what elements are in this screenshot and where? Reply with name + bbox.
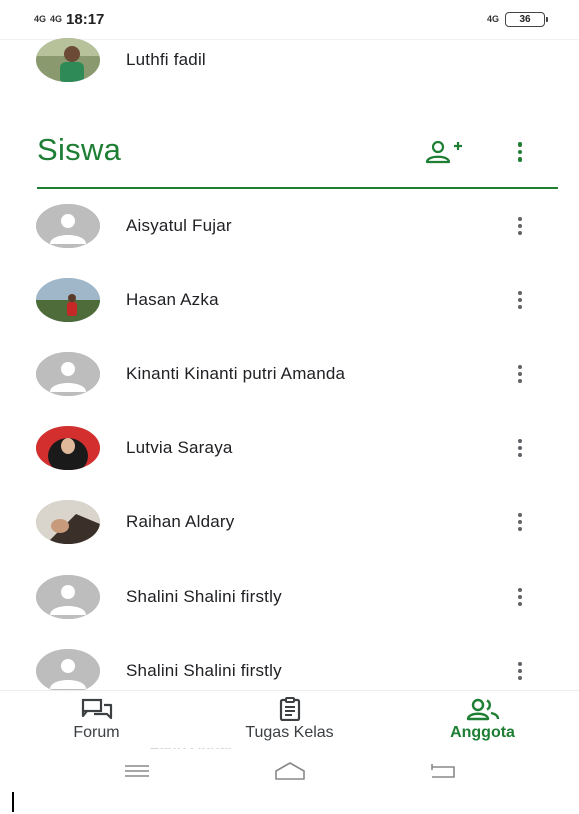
default-avatar-icon <box>36 575 100 619</box>
more-dot <box>518 379 522 383</box>
student-row[interactable]: Shalini Shalini firstly <box>0 567 579 627</box>
status-right: 4G 36 <box>487 12 548 27</box>
teacher-row[interactable]: Luthfi fadil <box>0 30 579 90</box>
forum-icon <box>81 698 112 720</box>
battery-icon: 36 <box>505 12 548 27</box>
tab-anggota[interactable]: Anggota <box>386 691 579 748</box>
student-avatar <box>36 500 100 544</box>
student-name: Kinanti Kinanti putri Amanda <box>126 364 346 383</box>
more-dot <box>517 142 523 147</box>
back-system-button[interactable] <box>423 759 463 783</box>
tab-tugas-kelas[interactable]: Tugas Kelas <box>193 691 386 748</box>
student-row[interactable]: Raihan Aldary <box>0 492 579 552</box>
section-divider <box>37 187 558 189</box>
student-name: Shalini Shalini firstly <box>126 661 282 680</box>
teacher-photo-icon <box>36 38 100 82</box>
student-more-button[interactable] <box>510 285 530 315</box>
more-dot <box>518 231 522 235</box>
student-name: Shalini Shalini firstly <box>126 587 282 606</box>
student-name: Raihan Aldary <box>126 512 235 531</box>
more-dot <box>518 595 522 599</box>
bottom-navigation: Forum Tugas Kelas Anggota <box>0 690 579 748</box>
status-time: 18:17 <box>66 11 105 28</box>
student-avatar <box>36 575 100 619</box>
tab-forum[interactable]: Forum <box>0 691 193 748</box>
photo-red-hijab-icon <box>36 426 100 470</box>
student-avatar <box>36 204 100 248</box>
network-icon-3: 4G <box>487 15 499 24</box>
more-dot <box>518 520 522 524</box>
student-avatar <box>36 426 100 470</box>
network-type-2: 4G <box>50 14 63 24</box>
status-left: 4G 4G 18:17 <box>34 11 104 28</box>
network-type-3: 4G <box>486 14 499 24</box>
home-icon <box>274 762 305 780</box>
menu-system-button[interactable] <box>117 759 157 783</box>
student-more-button[interactable] <box>510 582 530 612</box>
more-dot <box>518 217 522 221</box>
photo-outdoor-icon <box>36 278 100 322</box>
student-avatar <box>36 352 100 396</box>
student-name: Lutvia Saraya <box>126 438 233 457</box>
more-dot <box>518 453 522 457</box>
menu-icon <box>124 765 149 777</box>
more-dot <box>518 513 522 517</box>
text-cursor <box>12 792 14 812</box>
student-more-button[interactable] <box>510 507 530 537</box>
more-dot <box>518 588 522 592</box>
more-dot <box>518 365 522 369</box>
tab-forum-label: Forum <box>73 724 120 741</box>
network-type-1: 4G <box>34 14 47 24</box>
more-dot <box>518 669 522 673</box>
more-dot <box>518 446 522 450</box>
signal-icon-2: 4G <box>50 15 62 24</box>
add-student-button[interactable] <box>424 138 464 166</box>
teacher-avatar <box>36 38 100 82</box>
more-dot <box>518 298 522 302</box>
more-dot <box>518 676 522 680</box>
student-name: Aisyatul Fujar <box>126 216 232 235</box>
default-avatar-icon <box>36 352 100 396</box>
back-icon <box>430 764 455 778</box>
more-dot <box>518 291 522 295</box>
home-system-button[interactable] <box>270 759 310 783</box>
signal-icon-1: 4G <box>34 15 46 24</box>
tab-tugas-kelas-label: Tugas Kelas <box>245 724 334 741</box>
more-dot <box>518 662 522 666</box>
student-avatar <box>36 278 100 322</box>
system-navigation-bar <box>0 752 579 790</box>
battery-level: 36 <box>519 14 531 25</box>
more-dot <box>518 305 522 309</box>
more-dot <box>517 149 523 155</box>
tab-anggota-label: Anggota <box>450 724 515 741</box>
student-row[interactable]: Hasan Azka <box>0 270 579 330</box>
photo-selfie-icon <box>36 500 100 544</box>
person-add-icon <box>425 140 462 164</box>
student-name: Hasan Azka <box>126 290 219 309</box>
student-more-button[interactable] <box>510 656 530 686</box>
people-icon <box>466 698 499 721</box>
classwork-icon <box>279 697 300 721</box>
more-dot <box>518 527 522 531</box>
student-row[interactable]: Aisyatul Fujar <box>0 196 579 256</box>
more-dot <box>518 224 522 228</box>
section-title: Siswa <box>37 132 122 167</box>
student-more-button[interactable] <box>510 211 530 241</box>
more-dot <box>518 439 522 443</box>
student-avatar <box>36 649 100 693</box>
student-more-button[interactable] <box>510 359 530 389</box>
student-more-button[interactable] <box>510 433 530 463</box>
teacher-name: Luthfi fadil <box>126 50 206 69</box>
section-more-button[interactable] <box>510 138 530 166</box>
default-avatar-icon <box>36 649 100 693</box>
student-row[interactable]: Kinanti Kinanti putri Amanda <box>0 344 579 404</box>
default-avatar-icon <box>36 204 100 248</box>
more-dot <box>517 157 523 162</box>
student-row[interactable]: Lutvia Saraya <box>0 418 579 478</box>
more-dot <box>518 602 522 606</box>
more-dot <box>518 372 522 376</box>
